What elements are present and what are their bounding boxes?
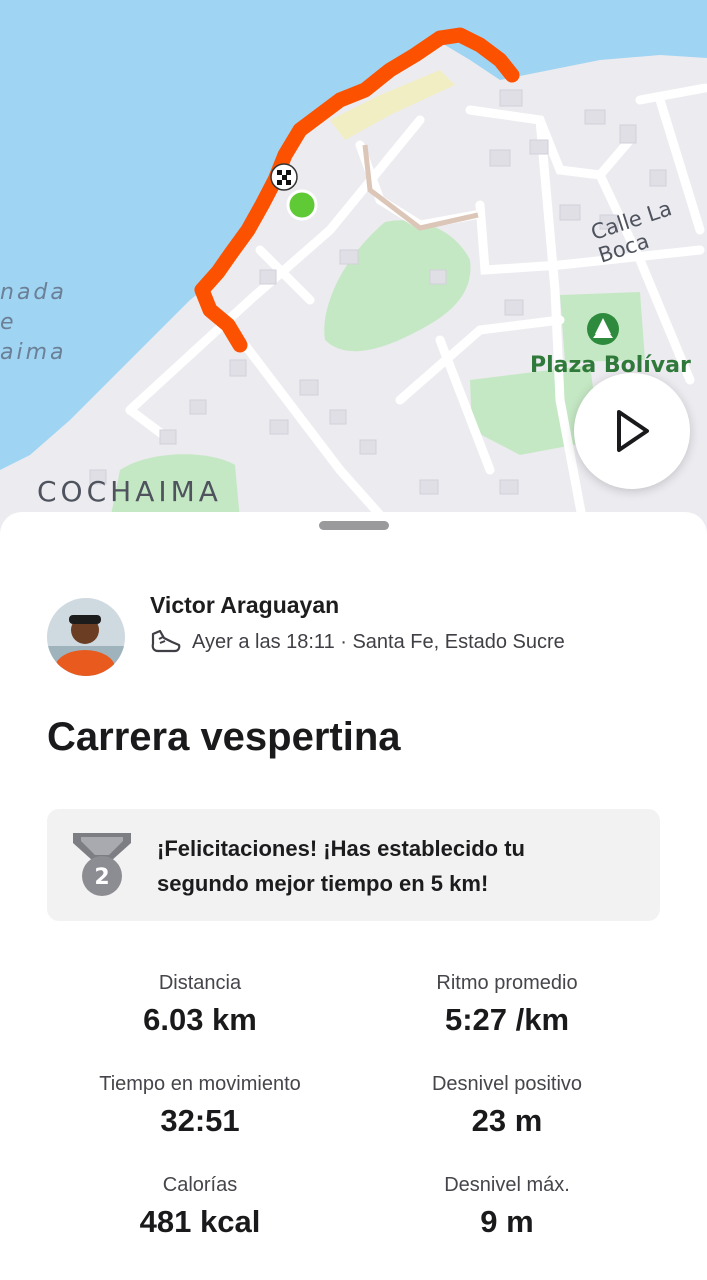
play-route-button[interactable]: [574, 373, 690, 489]
bay-label-line2: e: [0, 310, 14, 335]
stat-label: Calorías: [162, 1174, 238, 1196]
medal-rank-text: 2: [94, 865, 109, 890]
stat-elevation-gain: Desnivel positivo 23 m: [347, 1073, 667, 1139]
activity-title: Carrera vespertina: [47, 715, 401, 759]
silver-medal-icon: 2: [73, 833, 131, 896]
sheet-drag-handle[interactable]: [319, 521, 389, 530]
finish-flag-icon: [270, 163, 298, 191]
town-label: COCHAIMA: [37, 475, 222, 508]
achievement-text: ¡Felicitaciones! ¡Has establecido tu seg…: [157, 836, 525, 896]
avatar-image: [47, 598, 125, 676]
stat-label: Desnivel máx.: [444, 1174, 570, 1196]
bay-label-line3: aima: [0, 340, 67, 365]
stat-label: Tiempo en movimiento: [99, 1073, 301, 1095]
stat-label: Ritmo promedio: [436, 972, 578, 994]
stat-moving-time: Tiempo en movimiento 32:51: [40, 1073, 360, 1139]
activity-meta: Ayer a las 18:11 · Santa Fe, Estado Sucr…: [150, 628, 565, 656]
stat-value: 23 m: [471, 1103, 543, 1138]
activity-datetime-location: Ayer a las 18:11 · Santa Fe, Estado Sucr…: [192, 630, 565, 653]
stat-avg-pace: Ritmo promedio 5:27 /km: [347, 972, 667, 1038]
start-marker: [286, 189, 318, 221]
stat-calories: Calorías 481 kcal: [40, 1174, 360, 1240]
bay-label-line1: nada: [0, 280, 67, 305]
stat-distance: Distancia 6.03 km: [40, 972, 360, 1038]
stat-label: Distancia: [158, 972, 242, 994]
stat-value: 481 kcal: [139, 1204, 261, 1239]
stat-value: 6.03 km: [143, 1002, 257, 1037]
play-icon: [617, 410, 649, 452]
stat-value: 32:51: [160, 1103, 240, 1138]
achievement-banner[interactable]: 2 ¡Felicitaciones! ¡Has establecido tu s…: [47, 809, 660, 921]
plaza-label: Plaza Bolívar: [530, 353, 691, 378]
stat-value: 9 m: [480, 1204, 534, 1239]
activity-sheet: Victor Araguayan Ayer a las 18:11 · Sant…: [0, 512, 707, 1280]
avatar[interactable]: [47, 598, 125, 676]
running-shoe-icon: [151, 629, 181, 653]
route-map[interactable]: nada e aima COCHAIMA Calle La Boca Plaza…: [0, 0, 707, 560]
stat-value: 5:27 /km: [444, 1002, 570, 1037]
stat-label: Desnivel positivo: [431, 1073, 583, 1095]
athlete-name[interactable]: Victor Araguayan: [150, 592, 339, 619]
stat-max-elevation: Desnivel máx. 9 m: [347, 1174, 667, 1240]
